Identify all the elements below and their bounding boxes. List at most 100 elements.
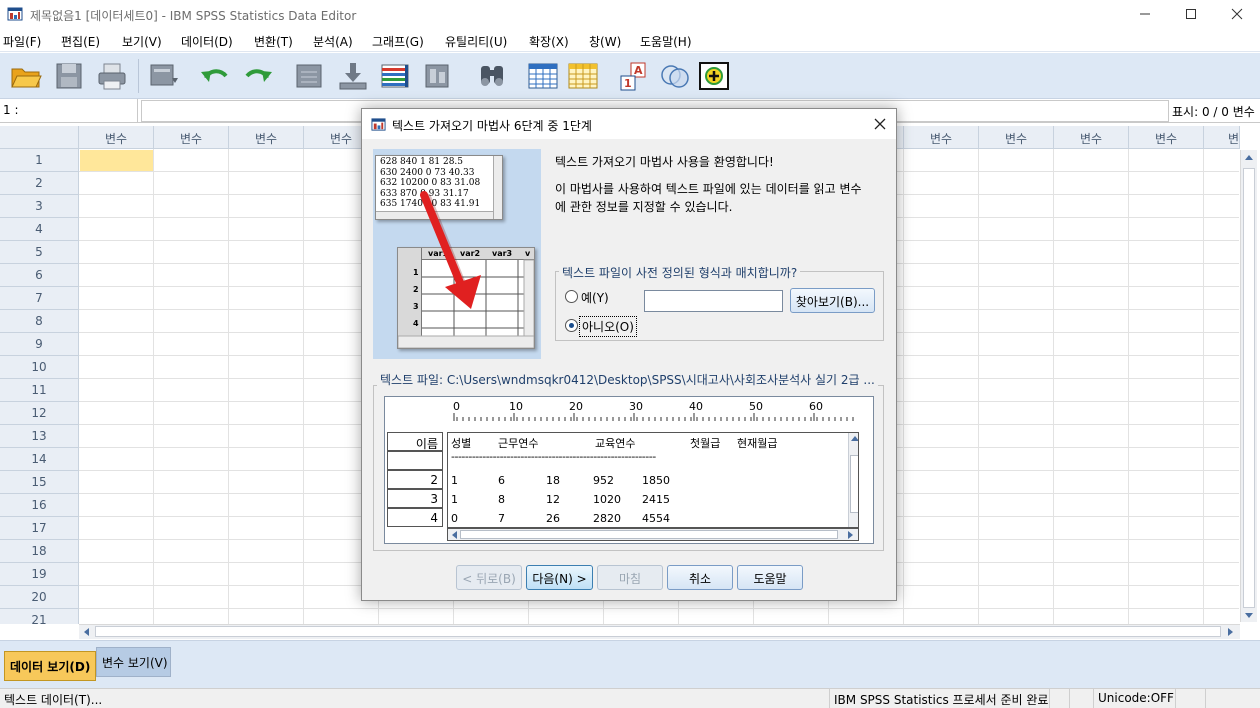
column-header[interactable]: 변수: [979, 126, 1054, 149]
radio-yes[interactable]: [565, 290, 578, 303]
row-header[interactable]: 16: [0, 494, 79, 517]
menu-utilities[interactable]: 유틸리티(U): [445, 33, 507, 50]
preview-horizontal-scrollbar[interactable]: [447, 528, 859, 541]
row-header[interactable]: 17: [0, 517, 79, 540]
ruler-tick-label: 50: [749, 400, 763, 413]
value-labels-icon[interactable]: A 1: [617, 60, 651, 92]
menu-view[interactable]: 보기(V): [122, 33, 162, 50]
close-icon[interactable]: [870, 114, 890, 134]
minimize-icon[interactable]: [1122, 0, 1168, 28]
row-header[interactable]: 15: [0, 471, 79, 494]
menu-extensions[interactable]: 확장(X): [529, 33, 569, 50]
menu-help[interactable]: 도움말(H): [640, 33, 692, 50]
finish-button[interactable]: 마침: [597, 565, 663, 590]
menu-window[interactable]: 창(W): [589, 33, 621, 50]
find-icon[interactable]: [475, 60, 509, 92]
row-header[interactable]: 6: [0, 264, 79, 287]
maximize-icon[interactable]: [1168, 0, 1214, 28]
scroll-right-icon[interactable]: [1225, 627, 1235, 637]
row-header[interactable]: 10: [0, 356, 79, 379]
column-header[interactable]: 변수: [1129, 126, 1204, 149]
scroll-up-icon[interactable]: [850, 434, 859, 443]
column-header[interactable]: 변수: [1204, 126, 1240, 149]
tab-variable-view[interactable]: 변수 보기(V): [96, 647, 171, 677]
radio-no[interactable]: [565, 319, 578, 332]
menu-transform[interactable]: 변환(T): [254, 33, 293, 50]
row-header[interactable]: 19: [0, 563, 79, 586]
format-file-path-input[interactable]: [644, 290, 783, 312]
browse-button[interactable]: 찾아보기(B)...: [790, 288, 875, 313]
variables-icon[interactable]: [379, 60, 413, 92]
radio-no-label[interactable]: 아니오(O): [579, 316, 637, 337]
use-variable-sets-icon[interactable]: [658, 60, 692, 92]
row-header[interactable]: 21: [0, 609, 79, 624]
vertical-scrollbar[interactable]: [1240, 150, 1257, 622]
row-header[interactable]: 1: [0, 149, 79, 172]
run-descriptives-icon[interactable]: [422, 60, 456, 92]
next-button[interactable]: 다음(N) >: [526, 565, 593, 590]
row-header[interactable]: 13: [0, 425, 79, 448]
scroll-thumb[interactable]: [95, 626, 1221, 637]
menu-data[interactable]: 데이터(D): [181, 33, 233, 50]
row-header[interactable]: 3: [0, 195, 79, 218]
goto-variable-icon[interactable]: [336, 60, 370, 92]
column-header[interactable]: 변수: [154, 126, 229, 149]
scroll-thumb[interactable]: [1243, 168, 1255, 608]
text-file-preview[interactable]: 0 10 20 30 40 50 60 이름 2 3 4 성별 근무연수 교육연…: [384, 396, 874, 544]
spelling-icon[interactable]: [697, 60, 731, 92]
menu-edit[interactable]: 편집(E): [61, 33, 100, 50]
menu-analyze[interactable]: 분석(A): [313, 33, 353, 50]
column-header[interactable]: 변수: [904, 126, 979, 149]
scroll-thumb[interactable]: [850, 455, 858, 513]
scroll-thumb[interactable]: [460, 530, 838, 539]
welcome-text: 텍스트 가져오기 마법사 사용을 환영합니다!: [555, 155, 774, 169]
row-header[interactable]: 8: [0, 310, 79, 333]
row-header[interactable]: 11: [0, 379, 79, 402]
save-icon[interactable]: [52, 60, 86, 92]
row-header[interactable]: 5: [0, 241, 79, 264]
active-cell[interactable]: [80, 150, 153, 172]
split-file-icon[interactable]: [526, 60, 560, 92]
scroll-left-icon[interactable]: [450, 530, 459, 540]
scroll-up-icon[interactable]: [1244, 153, 1254, 163]
cell-reference: 1 :: [0, 99, 138, 123]
column-header[interactable]: 변수: [229, 126, 304, 149]
recall-dialog-icon[interactable]: [148, 60, 182, 92]
preview-data-cell: 952: [593, 474, 614, 487]
preview-vertical-scrollbar[interactable]: [848, 433, 859, 527]
help-button[interactable]: 도움말: [737, 565, 803, 590]
row-header[interactable]: 9: [0, 333, 79, 356]
goto-case-icon[interactable]: [293, 60, 327, 92]
preview-data-cell: 1: [451, 474, 458, 487]
row-header[interactable]: 12: [0, 402, 79, 425]
scroll-right-icon[interactable]: [846, 530, 855, 540]
column-header[interactable]: 변수: [1054, 126, 1129, 149]
undo-icon[interactable]: [198, 60, 232, 92]
preview-data-area[interactable]: 성별 근무연수 교육연수 첫월급 현재월급 ------------------…: [447, 432, 859, 528]
scroll-down-icon[interactable]: [1244, 610, 1254, 620]
close-icon[interactable]: [1214, 0, 1260, 28]
row-header[interactable]: 14: [0, 448, 79, 471]
row-header[interactable]: 2: [0, 172, 79, 195]
back-button[interactable]: < 뒤로(B): [456, 565, 522, 590]
print-icon[interactable]: [95, 60, 129, 92]
toolbar-separator: [138, 59, 139, 93]
select-cases-icon[interactable]: [566, 60, 600, 92]
horizontal-scrollbar[interactable]: [79, 624, 1240, 639]
menu-file[interactable]: 파일(F): [3, 33, 41, 50]
unicode-status: Unicode:OFF: [1093, 689, 1175, 708]
tab-data-view[interactable]: 데이터 보기(D): [4, 651, 96, 681]
preview-data-cell: 1850: [642, 474, 670, 487]
menu-graphs[interactable]: 그래프(G): [372, 33, 424, 50]
cancel-button[interactable]: 취소: [667, 565, 733, 590]
scroll-left-icon[interactable]: [82, 627, 92, 637]
row-header[interactable]: 20: [0, 586, 79, 609]
row-header[interactable]: 7: [0, 287, 79, 310]
open-folder-icon[interactable]: [9, 60, 43, 92]
ruler-tick-label: 20: [569, 400, 583, 413]
row-header[interactable]: 4: [0, 218, 79, 241]
column-header[interactable]: 변수: [79, 126, 154, 149]
radio-yes-label[interactable]: 예(Y): [581, 289, 609, 306]
row-header[interactable]: 18: [0, 540, 79, 563]
redo-icon[interactable]: [241, 60, 275, 92]
